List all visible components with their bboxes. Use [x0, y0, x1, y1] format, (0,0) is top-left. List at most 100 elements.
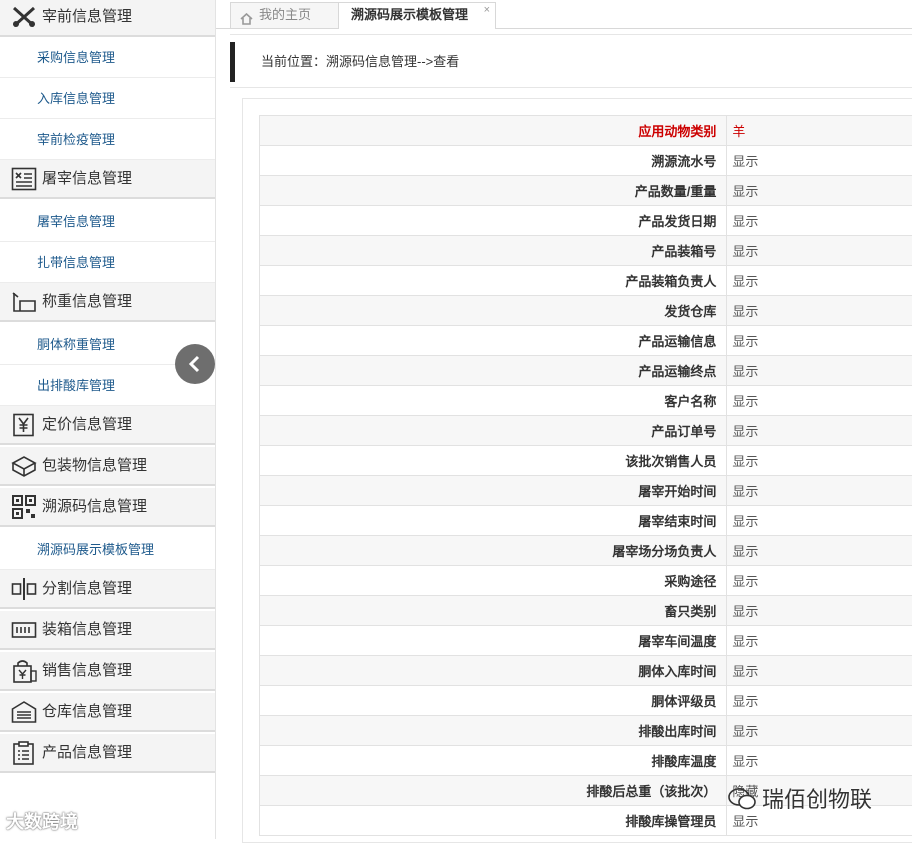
field-value: 显示 [727, 476, 912, 506]
close-icon[interactable]: × [484, 0, 490, 22]
table-row: 排酸库温度显示 [260, 746, 912, 776]
sidebar-item-label: 溯源码展示模板管理 [37, 529, 154, 570]
field-label: 产品订单号 [260, 416, 727, 446]
sidebar-item-stock-in[interactable]: 入库信息管理 [0, 78, 215, 119]
field-label: 产品发货日期 [260, 206, 727, 236]
qr-code-icon [11, 495, 37, 519]
watermark-right-text: 瑞佰创物联 [762, 787, 872, 812]
sidebar-category-label: 包装物信息管理 [42, 447, 147, 484]
table-row: 屠宰场分场负责人显示 [260, 536, 912, 566]
slaughter-list-icon [11, 167, 37, 191]
sidebar: 宰前信息管理 采购信息管理 入库信息管理 宰前检疫管理 屠宰信息管理 屠宰信息管… [0, 0, 216, 839]
sidebar-category-label: 销售信息管理 [42, 652, 132, 689]
sidebar-item-label: 出排酸库管理 [37, 365, 115, 406]
collapse-sidebar-button[interactable] [175, 344, 215, 384]
field-value: 显示 [727, 746, 912, 776]
sidebar-category-splitting[interactable]: 分割信息管理 [0, 570, 215, 609]
sidebar-item-slaughter-info[interactable]: 屠宰信息管理 [0, 201, 215, 242]
field-label: 胴体评级员 [260, 686, 727, 716]
field-label: 屠宰开始时间 [260, 476, 727, 506]
table-row: 采购途径显示 [260, 566, 912, 596]
field-label: 排酸库操管理员 [260, 806, 727, 836]
sidebar-category-label: 称重信息管理 [42, 283, 132, 320]
watermark-right: 瑞佰创物联 [728, 782, 872, 814]
sidebar-category-pricing[interactable]: 定价信息管理 [0, 406, 215, 445]
field-label: 屠宰车间温度 [260, 626, 727, 656]
home-icon [240, 9, 253, 33]
table-row: 产品装箱负责人显示 [260, 266, 912, 296]
detail-table: 应用动物类别羊溯源流水号显示产品数量/重量显示产品发货日期显示产品装箱号显示产品… [259, 115, 912, 836]
sales-bag-icon [11, 659, 37, 683]
sidebar-item-label: 扎带信息管理 [37, 242, 115, 283]
table-row: 产品订单号显示 [260, 416, 912, 446]
scissors-icon [11, 5, 37, 29]
field-value: 显示 [727, 626, 912, 656]
box-icon [11, 618, 37, 642]
field-label: 该批次销售人员 [260, 446, 727, 476]
table-row: 胴体评级员显示 [260, 686, 912, 716]
wechat-icon [728, 788, 756, 810]
scale-icon [11, 290, 37, 314]
sidebar-category-label: 定价信息管理 [42, 406, 132, 443]
field-label: 胴体入库时间 [260, 656, 727, 686]
table-row: 应用动物类别羊 [260, 116, 912, 146]
field-label: 排酸出库时间 [260, 716, 727, 746]
field-value: 显示 [727, 446, 912, 476]
sidebar-item-label: 屠宰信息管理 [37, 201, 115, 242]
field-label: 发货仓库 [260, 296, 727, 326]
sidebar-item-label: 胴体称重管理 [37, 324, 115, 365]
field-value: 显示 [727, 326, 912, 356]
sidebar-item-trace-template[interactable]: 溯源码展示模板管理 [0, 529, 215, 570]
table-row: 客户名称显示 [260, 386, 912, 416]
yen-price-icon [11, 413, 37, 437]
table-row: 产品运输信息显示 [260, 326, 912, 356]
tab-trace-template[interactable]: 溯源码展示模板管理 × [338, 2, 496, 29]
table-row: 屠宰开始时间显示 [260, 476, 912, 506]
sidebar-item-purchase[interactable]: 采购信息管理 [0, 37, 215, 78]
sidebar-category-boxing[interactable]: 装箱信息管理 [0, 611, 215, 650]
sidebar-category-packaging[interactable]: 包装物信息管理 [0, 447, 215, 486]
field-value: 显示 [727, 296, 912, 326]
table-row: 产品数量/重量显示 [260, 176, 912, 206]
tab-label: 溯源码展示模板管理 [351, 3, 468, 27]
sidebar-category-label: 分割信息管理 [42, 570, 132, 607]
table-row: 该批次销售人员显示 [260, 446, 912, 476]
sidebar-category-product[interactable]: 产品信息管理 [0, 734, 215, 773]
sidebar-category-pre-slaughter[interactable]: 宰前信息管理 [0, 0, 215, 37]
table-row: 产品发货日期显示 [260, 206, 912, 236]
detail-panel: 应用动物类别羊溯源流水号显示产品数量/重量显示产品发货日期显示产品装箱号显示产品… [242, 98, 912, 843]
sidebar-item-label: 宰前检疫管理 [37, 119, 115, 160]
tab-home[interactable]: 我的主页 [230, 2, 344, 28]
main-content: 我的主页 溯源码展示模板管理 × 当前位置：溯源码信息管理-->查看 应用动物类… [216, 0, 912, 839]
field-value: 显示 [727, 506, 912, 536]
field-label: 客户名称 [260, 386, 727, 416]
field-value: 显示 [727, 176, 912, 206]
field-label: 产品装箱号 [260, 236, 727, 266]
field-label: 屠宰结束时间 [260, 506, 727, 536]
sidebar-item-label: 采购信息管理 [37, 37, 115, 78]
table-row: 屠宰结束时间显示 [260, 506, 912, 536]
sidebar-category-slaughter[interactable]: 屠宰信息管理 [0, 160, 215, 199]
tab-label: 我的主页 [259, 3, 311, 27]
watermark-left: 大数跨境 [6, 808, 78, 834]
field-label: 采购途径 [260, 566, 727, 596]
table-row: 产品装箱号显示 [260, 236, 912, 266]
sidebar-category-sales[interactable]: 销售信息管理 [0, 652, 215, 691]
sidebar-item-tie-band[interactable]: 扎带信息管理 [0, 242, 215, 283]
split-icon [11, 577, 37, 601]
field-value: 显示 [727, 416, 912, 446]
breadcrumb-text: 当前位置：溯源码信息管理-->查看 [261, 35, 459, 89]
field-label: 排酸库温度 [260, 746, 727, 776]
watermark-left-text: 大数跨境 [6, 812, 78, 832]
field-value: 显示 [727, 716, 912, 746]
table-row: 产品运输终点显示 [260, 356, 912, 386]
field-label: 屠宰场分场负责人 [260, 536, 727, 566]
sidebar-item-quarantine[interactable]: 宰前检疫管理 [0, 119, 215, 160]
sidebar-category-trace-code[interactable]: 溯源码信息管理 [0, 488, 215, 527]
field-label: 产品装箱负责人 [260, 266, 727, 296]
field-value: 显示 [727, 236, 912, 266]
sidebar-category-weighing[interactable]: 称重信息管理 [0, 283, 215, 322]
field-value: 显示 [727, 266, 912, 296]
field-value: 显示 [727, 386, 912, 416]
sidebar-category-warehouse[interactable]: 仓库信息管理 [0, 693, 215, 732]
